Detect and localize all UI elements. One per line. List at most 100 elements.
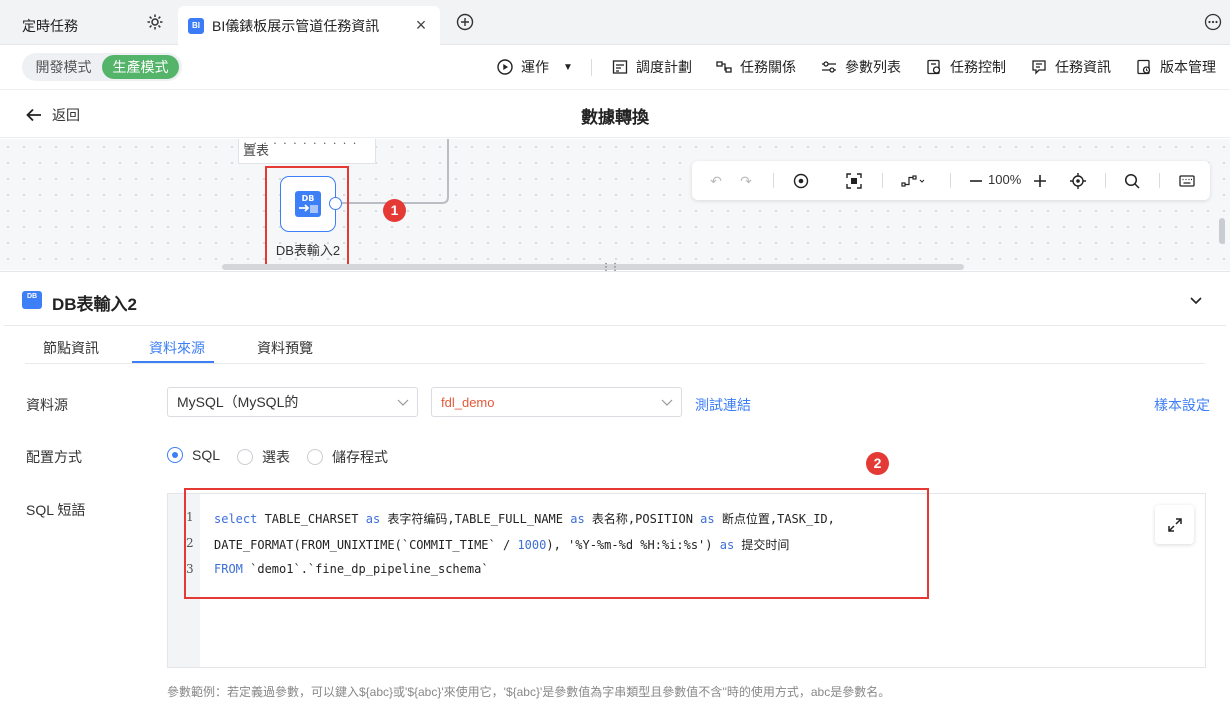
panel-title: DB表輸入2 — [52, 295, 138, 314]
node-icon-text: DB — [302, 194, 315, 203]
info-doc-icon — [1032, 60, 1046, 75]
fit-view-icon[interactable] — [844, 171, 864, 191]
divider — [882, 173, 883, 188]
layout-icon[interactable] — [900, 171, 928, 191]
version-icon — [1137, 59, 1151, 75]
divider — [4, 325, 1226, 326]
radio-button — [307, 449, 323, 465]
radio-label: SQL — [192, 447, 221, 463]
divider — [591, 59, 592, 76]
redo-icon[interactable]: ↷ — [736, 171, 756, 191]
sample-settings-link[interactable]: 樣本設定 — [1154, 395, 1210, 415]
tab-data-source[interactable]: 資料來源 — [149, 338, 205, 358]
bi-icon: BI — [188, 17, 204, 34]
info-label: 任務資訊 — [1055, 59, 1111, 75]
tab-bi-dashboard[interactable]: BI BI儀錶板展示管道任務資訊 × — [178, 6, 440, 45]
tab-label: 定時任務 — [22, 17, 78, 34]
highlight-box — [184, 488, 929, 599]
zoom-level: 100% — [988, 172, 1022, 187]
control-label: 任務控制 — [950, 59, 1006, 75]
divider — [950, 173, 951, 188]
db-table-icon: DB — [22, 291, 42, 309]
prod-mode-button[interactable]: 生產模式 — [102, 55, 179, 79]
search-icon[interactable] — [1122, 171, 1142, 191]
tab-data-preview[interactable]: 資料預覽 — [257, 338, 313, 358]
tab-label: BI儀錶板展示管道任務資訊 — [212, 17, 380, 34]
palette-icon[interactable] — [791, 171, 811, 191]
mode-toggle: 開發模式 生產模式 — [22, 53, 182, 81]
divider — [1105, 173, 1106, 188]
more-options-icon[interactable] — [1204, 13, 1222, 31]
datasource-type-select[interactable]: MySQL（MySQL的 — [167, 387, 418, 417]
sql-label: SQL 短語 — [26, 502, 86, 518]
radio-label: 儲存程式 — [332, 449, 388, 465]
schedule-label: 調度計劃 — [636, 59, 692, 75]
annotation-badge-1: 1 — [383, 199, 406, 222]
calendar-icon — [612, 60, 628, 74]
dev-mode-button[interactable]: 開發模式 — [25, 57, 102, 77]
params-label: 參數列表 — [845, 59, 901, 75]
horizontal-scrollbar[interactable] — [222, 264, 964, 270]
run-label: 運作 — [521, 59, 549, 75]
relations-button[interactable]: 任務關係 — [716, 57, 796, 77]
canvas-toolbar: ↶ ↷ 100% — [692, 161, 1210, 200]
config-method-label: 配置方式 — [26, 449, 82, 465]
parameter-hint: 參數範例：若定義過參數，可以鍵入${abc}或'${abc}'來使用它，'${a… — [167, 685, 891, 699]
params-button[interactable]: 參數列表 — [821, 57, 901, 77]
chevron-down-icon[interactable] — [1188, 292, 1204, 308]
chevron-down-icon — [661, 399, 673, 406]
toolbar: 開發模式 生產模式 運作 ▼ 調度計劃 任務關係 參數列表 任務控制 任務資訊 … — [0, 45, 1230, 90]
radio-sql[interactable]: SQL — [167, 447, 220, 463]
node-label: DB表輸入2 — [275, 243, 341, 258]
divider — [773, 173, 774, 188]
radio-label: 選表 — [262, 449, 290, 465]
close-icon[interactable]: × — [412, 16, 430, 34]
connection-edge — [342, 139, 449, 204]
expand-icon — [1167, 517, 1182, 532]
vertical-scrollbar[interactable] — [1219, 218, 1225, 244]
db-input-node[interactable]: DB — [280, 176, 336, 232]
radio-stored-procedure[interactable]: 儲存程式 — [307, 447, 388, 467]
database-value: fdl_demo — [441, 395, 495, 410]
database-select[interactable]: fdl_demo — [431, 387, 682, 417]
sliders-icon — [822, 61, 836, 73]
active-tab-indicator — [132, 361, 214, 363]
gear-icon[interactable] — [146, 13, 164, 31]
undo-icon[interactable]: ↶ — [706, 171, 726, 191]
zoom-out-icon[interactable] — [966, 171, 986, 191]
task-control-icon — [927, 59, 941, 75]
annotation-badge-2: 2 — [866, 452, 889, 475]
page-header: 返回 數據轉換 — [0, 90, 1230, 138]
tab-scheduled-tasks[interactable]: 定時任務 — [22, 6, 78, 45]
version-button[interactable]: 版本管理 — [1136, 57, 1216, 77]
divider — [1159, 173, 1160, 188]
output-port[interactable] — [329, 197, 342, 210]
schedule-button[interactable]: 調度計劃 — [612, 57, 692, 77]
play-icon — [497, 59, 513, 75]
panel-tabs: 節點資訊 資料來源 資料預覽 — [25, 328, 1205, 364]
locate-icon[interactable] — [1068, 171, 1088, 191]
db-table-icon: DB — [295, 191, 321, 217]
caret-down-icon: ▼ — [563, 61, 573, 73]
flow-canvas[interactable]: · · · · · · · · · · · · 置表 DB DB表輸入2 1 ↶… — [0, 139, 1230, 270]
info-button[interactable]: 任務資訊 — [1031, 57, 1111, 77]
add-tab-icon[interactable] — [456, 13, 474, 31]
relations-icon — [716, 61, 732, 73]
expand-editor-button[interactable] — [1155, 505, 1194, 544]
previous-node-label: 置表 — [243, 143, 270, 158]
relations-label: 任務關係 — [740, 59, 796, 75]
tab-node-info[interactable]: 節點資訊 — [43, 338, 99, 358]
keyboard-icon[interactable] — [1177, 171, 1197, 191]
chevron-down-icon — [397, 399, 409, 406]
page-title: 數據轉換 — [581, 108, 649, 127]
zoom-in-icon[interactable] — [1030, 171, 1050, 191]
control-button[interactable]: 任務控制 — [926, 57, 1006, 77]
run-button[interactable]: 運作 ▼ — [497, 57, 573, 77]
radio-select-table[interactable]: 選表 — [237, 447, 290, 467]
version-label: 版本管理 — [1160, 59, 1216, 75]
datasource-type-value: MySQL（MySQL的 — [177, 394, 299, 410]
test-connection-link[interactable]: 測試連結 — [695, 395, 751, 415]
datasource-label: 資料源 — [26, 397, 68, 413]
radio-button — [167, 447, 183, 463]
radio-button — [237, 449, 253, 465]
